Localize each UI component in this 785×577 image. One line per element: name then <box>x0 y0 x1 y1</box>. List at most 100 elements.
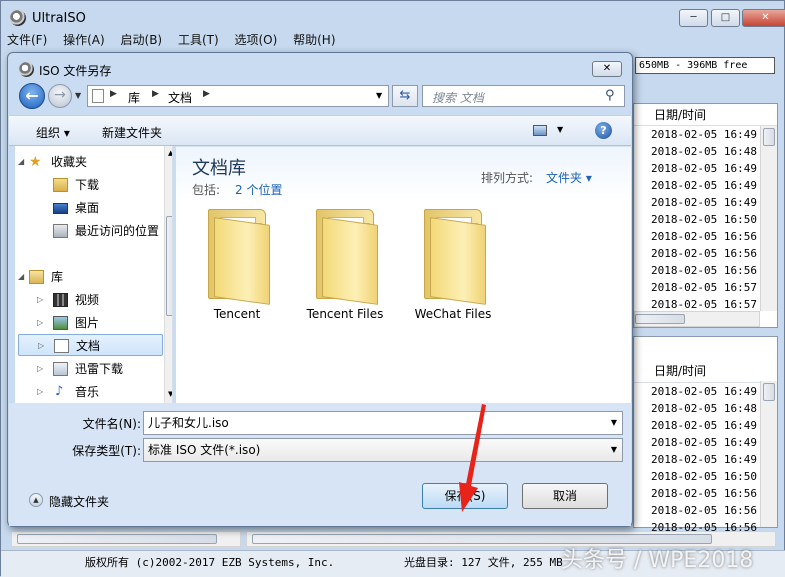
vertical-scrollbar[interactable] <box>760 126 777 311</box>
organize-button[interactable]: 组织 ▾ <box>36 124 70 141</box>
address-bar[interactable]: ▶ 库 ▶ 文档 ▶ ▼ <box>87 85 389 107</box>
scroll-thumb[interactable] <box>763 383 775 401</box>
close-button[interactable]: ✕ <box>742 9 785 27</box>
file-row-datetime[interactable]: 2018-02-05 16:48 <box>634 400 777 417</box>
dialog-bottom-panel: 文件名(N): 儿子和女儿.iso ▼ 保存类型(T): 标准 ISO 文件(*… <box>9 403 631 526</box>
filetype-dropdown-icon[interactable]: ▼ <box>611 439 617 461</box>
filetype-select[interactable]: 标准 ISO 文件(*.iso) ▼ <box>143 438 623 462</box>
collapsed-arrow-icon[interactable]: ▷ <box>37 358 43 380</box>
save-button[interactable]: 保存(S) <box>422 483 508 509</box>
search-icon[interactable]: ⚲ <box>605 88 615 103</box>
menu-action[interactable]: 操作(A) <box>63 31 105 48</box>
change-view-icon[interactable] <box>533 125 547 136</box>
vertical-scrollbar[interactable]: ▲ ▼ <box>164 146 172 403</box>
address-dropdown-icon[interactable]: ▼ <box>376 91 382 100</box>
nav-documents[interactable]: ▷ 文档 <box>18 334 163 356</box>
file-row-datetime[interactable]: 2018-02-05 16:49 <box>634 160 777 177</box>
horizontal-scrollbar[interactable] <box>11 531 241 547</box>
collapsed-arrow-icon[interactable]: ▷ <box>37 312 43 334</box>
folder-label: WeChat Files <box>414 307 492 321</box>
file-row-datetime[interactable]: 2018-02-05 16:50 <box>634 468 777 485</box>
nav-label: 文档 <box>76 339 101 353</box>
scroll-thumb[interactable] <box>763 128 775 146</box>
menu-boot[interactable]: 启动(B) <box>121 31 163 48</box>
breadcrumb-separator-icon[interactable]: ▶ <box>203 89 210 99</box>
nav-downloads[interactable]: 下载 <box>15 174 163 196</box>
nav-music[interactable]: ▷ ♪ 音乐 <box>15 381 163 403</box>
breadcrumb-libraries[interactable]: 库 <box>128 89 140 106</box>
expand-arrow-icon[interactable]: ◢ <box>18 266 24 288</box>
file-row-datetime[interactable]: 2018-02-05 16:49 <box>634 177 777 194</box>
minimize-button[interactable]: ─ <box>679 9 708 27</box>
nav-videos[interactable]: ▷ 视频 <box>15 289 163 311</box>
column-header-datetime[interactable]: 日期/时间 <box>634 104 777 126</box>
breadcrumb-separator-icon[interactable]: ▶ <box>152 89 159 99</box>
file-row-datetime[interactable]: 2018-02-05 16:49 <box>634 194 777 211</box>
filename-dropdown-icon[interactable]: ▼ <box>611 412 617 434</box>
recent-pages-dropdown-icon[interactable]: ▼ <box>75 91 81 100</box>
nav-thunder-downloads[interactable]: ▷ 迅雷下载 <box>15 358 163 380</box>
column-header-datetime[interactable]: 日期/时间 <box>634 359 777 383</box>
nav-recent-places[interactable]: 最近访问的位置 <box>15 220 163 242</box>
vertical-scrollbar[interactable] <box>760 381 777 527</box>
dialog-title: ISO 文件另存 <box>39 64 112 78</box>
menu-tools[interactable]: 工具(T) <box>178 31 219 48</box>
search-input[interactable]: 搜索 文档 ⚲ <box>422 85 625 107</box>
folder-item[interactable]: WeChat Files <box>403 209 503 321</box>
file-row-datetime[interactable]: 2018-02-05 16:57 <box>634 279 777 296</box>
file-row-datetime[interactable]: 2018-02-05 16:56 <box>634 228 777 245</box>
scroll-thumb[interactable] <box>166 216 172 316</box>
file-row-datetime[interactable]: 2018-02-05 16:49 <box>634 451 777 468</box>
maximize-button[interactable]: □ <box>711 9 740 27</box>
breadcrumb-separator-icon[interactable]: ▶ <box>110 89 117 99</box>
scroll-thumb[interactable] <box>635 314 685 324</box>
folder-item[interactable]: Tencent Files <box>295 209 395 321</box>
folder-icon <box>53 362 68 376</box>
status-copyright: 版权所有 (c)2002-2017 EZB Systems, Inc. <box>85 556 335 569</box>
file-row-datetime[interactable]: 2018-02-05 16:56 <box>634 245 777 262</box>
collapse-up-icon[interactable]: ▲ <box>29 493 43 507</box>
cancel-button[interactable]: 取消 <box>522 483 608 509</box>
folder-item[interactable]: Tencent <box>187 209 287 321</box>
file-row-datetime[interactable]: 2018-02-05 16:49 <box>634 417 777 434</box>
breadcrumb-documents[interactable]: 文档 <box>168 89 192 106</box>
expand-arrow-icon[interactable]: ◢ <box>18 151 24 173</box>
file-row-datetime[interactable]: 2018-02-05 16:50 <box>634 211 777 228</box>
picture-library-icon <box>53 316 68 330</box>
forward-arrow-icon[interactable]: → <box>48 84 72 108</box>
hide-folders-button[interactable]: 隐藏文件夹 <box>49 493 109 510</box>
scroll-down-icon[interactable]: ▼ <box>168 390 172 398</box>
nav-label: 最近访问的位置 <box>75 224 160 238</box>
file-content-pane: 文档库 包括: 2 个位置 排列方式: 文件夹 ▾ Tencent Tencen… <box>176 146 631 403</box>
file-row-datetime[interactable]: 2018-02-05 16:56 <box>634 262 777 279</box>
nav-desktop[interactable]: 桌面 <box>15 197 163 219</box>
menu-options[interactable]: 选项(O) <box>234 31 277 48</box>
nav-label: 图片 <box>75 316 100 330</box>
file-row-datetime[interactable]: 2018-02-05 16:56 <box>634 502 777 519</box>
view-dropdown-icon[interactable]: ▼ <box>557 125 563 134</box>
menu-help[interactable]: 帮助(H) <box>293 31 335 48</box>
scroll-up-icon[interactable]: ▲ <box>168 149 172 157</box>
horizontal-scrollbar[interactable] <box>634 311 760 327</box>
file-row-datetime[interactable]: 2018-02-05 16:49 <box>634 126 777 143</box>
library-locations-link[interactable]: 2 个位置 <box>235 181 282 198</box>
collapsed-arrow-icon[interactable]: ▷ <box>37 289 43 311</box>
file-row-datetime[interactable]: 2018-02-05 16:56 <box>634 485 777 502</box>
collapsed-arrow-icon[interactable]: ▷ <box>38 335 44 357</box>
nav-favorites[interactable]: ◢ ★ 收藏夹 <box>15 151 163 173</box>
file-row-datetime[interactable]: 2018-02-05 16:49 <box>634 434 777 451</box>
nav-pictures[interactable]: ▷ 图片 <box>15 312 163 334</box>
filename-input[interactable]: 儿子和女儿.iso ▼ <box>143 411 623 435</box>
menu-file[interactable]: 文件(F) <box>7 31 47 48</box>
refresh-icon[interactable]: ⇆ <box>392 85 418 107</box>
dialog-close-button[interactable]: ✕ <box>592 61 622 77</box>
scroll-thumb[interactable] <box>17 534 217 544</box>
collapsed-arrow-icon[interactable]: ▷ <box>37 381 43 403</box>
help-icon[interactable]: ? <box>595 122 612 139</box>
file-row-datetime[interactable]: 2018-02-05 16:48 <box>634 143 777 160</box>
file-row-datetime[interactable]: 2018-02-05 16:49 <box>634 383 777 400</box>
nav-libraries[interactable]: ◢ 库 <box>15 266 163 288</box>
new-folder-button[interactable]: 新建文件夹 <box>102 124 162 141</box>
arrange-by-dropdown[interactable]: 文件夹 ▾ <box>546 169 592 186</box>
back-arrow-icon[interactable]: ← <box>19 83 45 109</box>
